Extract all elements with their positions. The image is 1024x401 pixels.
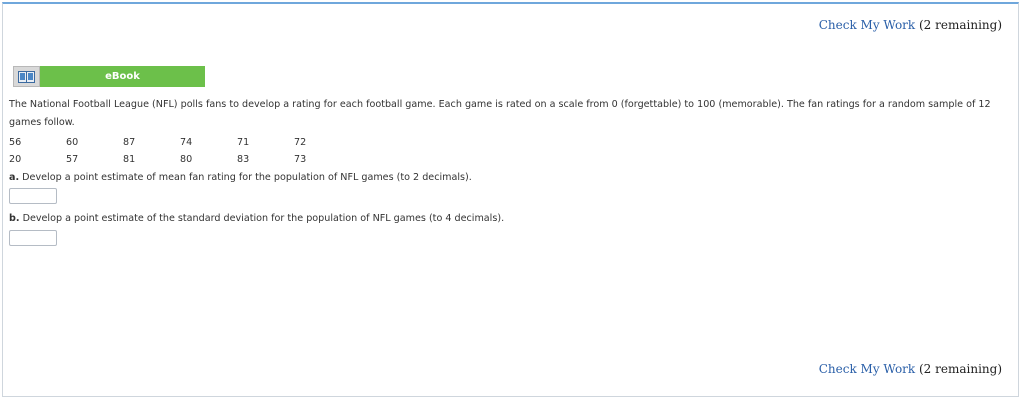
check-my-work-top: Check My Work (2 remaining) bbox=[819, 18, 1002, 32]
rating-value: 81 bbox=[123, 154, 136, 165]
ebook-bar: eBook bbox=[13, 66, 205, 87]
check-my-work-link-top[interactable]: Check My Work bbox=[819, 18, 915, 32]
book-icon[interactable] bbox=[13, 66, 40, 87]
rating-value: 83 bbox=[237, 154, 250, 165]
rating-value: 60 bbox=[66, 137, 79, 148]
rating-value: 80 bbox=[180, 154, 193, 165]
rating-value: 71 bbox=[237, 137, 250, 148]
answer-a-input[interactable] bbox=[9, 188, 57, 204]
rating-value: 74 bbox=[180, 137, 193, 148]
question-b: b. Develop a point estimate of the stand… bbox=[9, 213, 504, 224]
answer-b-input[interactable] bbox=[9, 230, 57, 246]
question-a-letter: a. bbox=[9, 172, 20, 183]
ebook-button[interactable]: eBook bbox=[40, 66, 205, 87]
question-a-text: Develop a point estimate of mean fan rat… bbox=[19, 172, 472, 183]
ratings-table: 56 60 87 74 71 72 20 57 81 80 83 73 bbox=[9, 137, 351, 171]
remaining-attempts-bottom: (2 remaining) bbox=[915, 362, 1002, 376]
rating-value: 56 bbox=[9, 137, 22, 148]
check-my-work-link-bottom[interactable]: Check My Work bbox=[819, 362, 915, 376]
rating-value: 20 bbox=[9, 154, 22, 165]
question-b-letter: b. bbox=[9, 213, 20, 224]
ratings-row: 20 57 81 80 83 73 bbox=[9, 154, 351, 171]
rating-value: 72 bbox=[294, 137, 307, 148]
question-frame bbox=[2, 2, 1019, 397]
rating-value: 87 bbox=[123, 137, 136, 148]
remaining-attempts-top: (2 remaining) bbox=[915, 18, 1002, 32]
ratings-row: 56 60 87 74 71 72 bbox=[9, 137, 351, 154]
question-a: a. Develop a point estimate of mean fan … bbox=[9, 172, 472, 183]
rating-value: 57 bbox=[66, 154, 79, 165]
check-my-work-bottom: Check My Work (2 remaining) bbox=[819, 362, 1002, 376]
question-b-text: Develop a point estimate of the standard… bbox=[19, 213, 505, 224]
rating-value: 73 bbox=[294, 154, 307, 165]
problem-statement: The National Football League (NFL) polls… bbox=[9, 99, 991, 128]
